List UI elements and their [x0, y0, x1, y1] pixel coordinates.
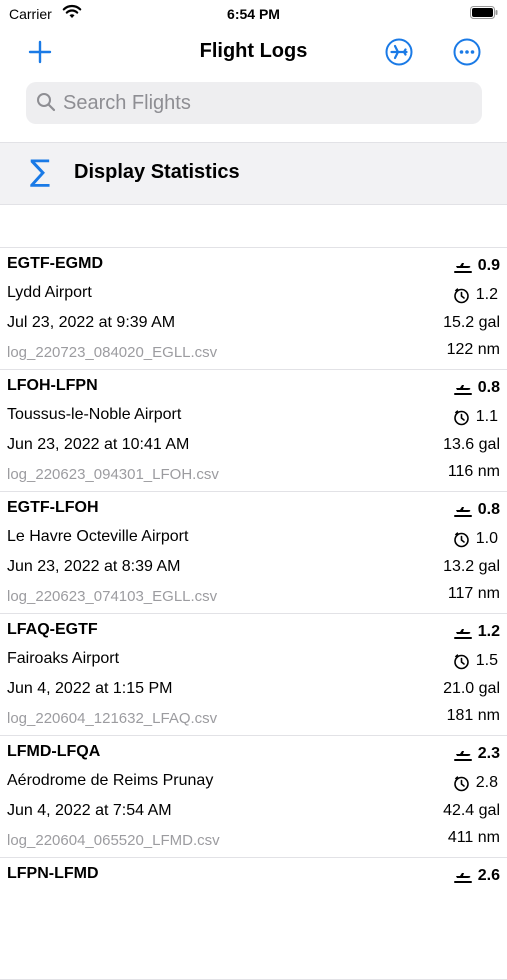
distance-value: 116 nm	[447, 463, 500, 480]
flight-route: LFOH-LFPN	[7, 377, 98, 394]
flight-time-value: 2.3	[477, 745, 500, 762]
block-time-value: 1.2	[475, 286, 498, 303]
clock-icon	[453, 775, 469, 791]
distance-value: 181 nm	[446, 707, 500, 724]
block-time-value: 1.5	[475, 652, 498, 669]
flight-row[interactable]: LFPN-LFMD 2.6	[0, 858, 507, 980]
takeoff-icon	[453, 629, 472, 639]
flight-airport: Le Havre Octeville Airport	[7, 528, 189, 545]
flight-time: 0.8	[453, 379, 500, 397]
sigma-icon: ∑	[30, 154, 51, 189]
flight-row[interactable]: LFOH-LFPN Toussus-le-Noble Airport Jun 2…	[0, 370, 507, 492]
display-statistics-row[interactable]: ∑ Display Statistics	[0, 142, 507, 205]
search-field[interactable]: Search Flights	[26, 82, 482, 124]
distance-value: 117 nm	[447, 585, 500, 602]
clock-icon	[453, 409, 469, 425]
block-time: 1.0	[453, 530, 498, 548]
flight-time: 1.2	[453, 623, 500, 641]
takeoff-icon	[453, 263, 472, 273]
block-time: 2.8	[453, 774, 498, 792]
flight-time-value: 0.9	[477, 257, 500, 274]
flight-time: 2.6	[453, 867, 500, 885]
flight-time: 0.9	[453, 257, 500, 275]
search-icon	[37, 93, 56, 112]
fuel-value: 21.0 gal	[443, 680, 500, 697]
flight-list: EGTF-EGMD Lydd Airport Jul 23, 2022 at 9…	[0, 247, 507, 980]
flight-time: 0.8	[453, 501, 500, 519]
flight-log-file: log_220623_094301_LFOH.csv	[7, 466, 219, 483]
clock-icon	[453, 287, 469, 303]
flight-time-value: 0.8	[477, 379, 500, 396]
display-statistics-label: Display Statistics	[74, 161, 240, 183]
battery-icon	[470, 6, 498, 19]
flight-date: Jun 4, 2022 at 7:54 AM	[7, 802, 172, 819]
flight-time: 2.3	[453, 745, 500, 763]
clock-icon	[453, 531, 469, 547]
flight-date: Jun 23, 2022 at 8:39 AM	[7, 558, 181, 575]
distance-value: 122 nm	[446, 341, 500, 358]
fuel-value: 42.4 gal	[443, 802, 500, 819]
flight-log-file: log_220723_084020_EGLL.csv	[7, 344, 218, 361]
flight-route: LFMD-LFQA	[7, 743, 101, 760]
flight-route: LFPN-LFMD	[7, 865, 99, 882]
block-time-value: 2.8	[475, 774, 498, 791]
flight-time-value: 0.8	[477, 501, 500, 518]
flight-route: EGTF-LFOH	[7, 499, 99, 516]
fuel-value: 15.2 gal	[443, 314, 500, 331]
flight-route: LFAQ-EGTF	[7, 621, 98, 638]
block-time-value: 1.1	[475, 408, 498, 425]
airplane-circle-icon[interactable]	[385, 38, 413, 66]
flight-log-file: log_220604_065520_LFMD.csv	[7, 832, 220, 849]
fuel-value: 13.6 gal	[443, 436, 500, 453]
flight-airport: Fairoaks Airport	[7, 650, 120, 667]
navigation-bar: Flight Logs	[0, 28, 507, 78]
flight-route: EGTF-EGMD	[7, 255, 103, 272]
flight-airport: Toussus-le-Noble Airport	[7, 406, 182, 423]
clock-icon	[453, 653, 469, 669]
page-title: Flight Logs	[199, 40, 308, 62]
flight-row[interactable]: EGTF-LFOH Le Havre Octeville Airport Jun…	[0, 492, 507, 614]
block-time: 1.2	[453, 286, 498, 304]
flight-airport: Aérodrome de Reims Prunay	[7, 772, 214, 789]
takeoff-icon	[453, 385, 472, 395]
status-bar: Carrier 6:54 PM	[0, 0, 507, 28]
flight-log-file: log_220623_074103_EGLL.csv	[7, 588, 218, 605]
block-time-value: 1.0	[475, 530, 498, 547]
takeoff-icon	[453, 751, 472, 761]
flight-row[interactable]: LFAQ-EGTF Fairoaks Airport Jun 4, 2022 a…	[0, 614, 507, 736]
flight-date: Jun 4, 2022 at 1:15 PM	[7, 680, 173, 697]
flight-airport: Lydd Airport	[7, 284, 92, 301]
flight-time-value: 1.2	[477, 623, 500, 640]
flight-date: Jul 23, 2022 at 9:39 AM	[7, 314, 176, 331]
ellipsis-circle-icon[interactable]	[453, 38, 481, 66]
takeoff-icon	[453, 873, 472, 883]
flight-date: Jun 23, 2022 at 10:41 AM	[7, 436, 190, 453]
flight-row[interactable]: EGTF-EGMD Lydd Airport Jul 23, 2022 at 9…	[0, 248, 507, 370]
fuel-value: 13.2 gal	[443, 558, 500, 575]
flight-log-file: log_220604_121632_LFAQ.csv	[7, 710, 218, 727]
takeoff-icon	[453, 507, 472, 517]
status-time: 6:54 PM	[227, 6, 280, 22]
block-time: 1.5	[453, 652, 498, 670]
distance-value: 411 nm	[447, 829, 500, 846]
flight-row[interactable]: LFMD-LFQA Aérodrome de Reims Prunay Jun …	[0, 736, 507, 858]
block-time: 1.1	[453, 408, 498, 426]
search-placeholder: Search Flights	[63, 92, 191, 114]
flight-time-value: 2.6	[477, 867, 500, 884]
